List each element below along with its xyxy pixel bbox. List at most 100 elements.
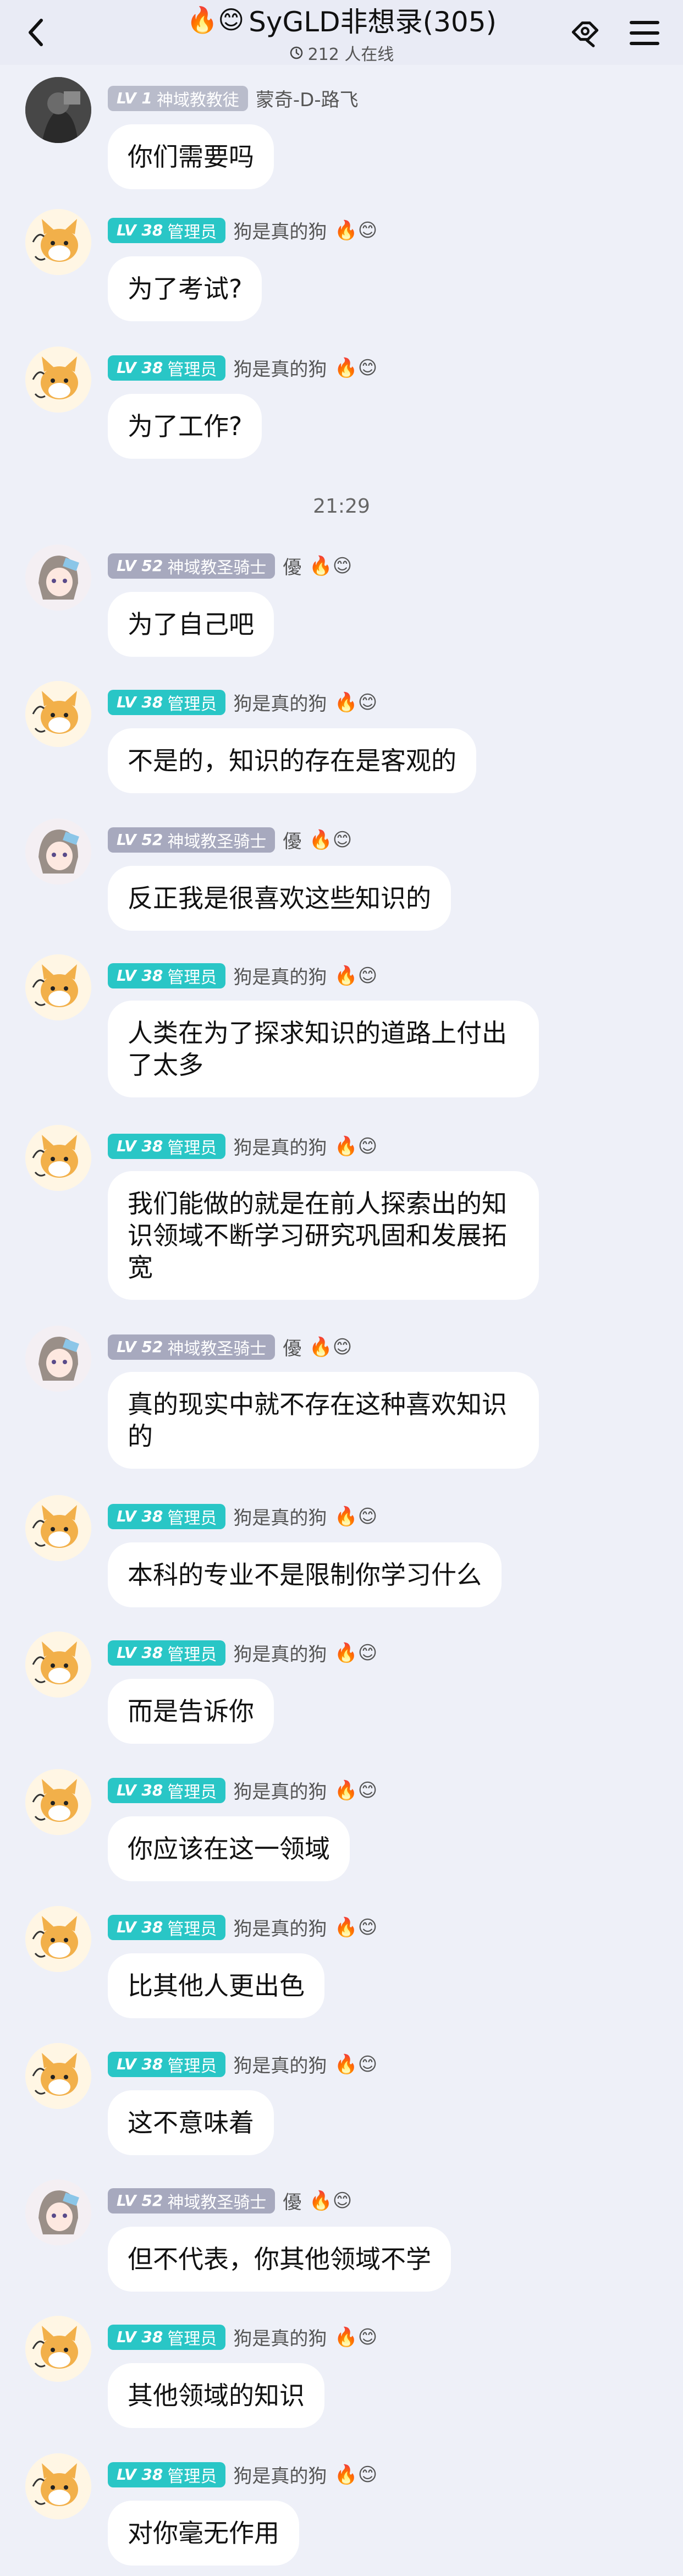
flair-icons: 🔥😊 (334, 356, 378, 379)
avatar[interactable] (25, 2316, 91, 2382)
sender-meta: LV 38 管理员 狗是真的狗 🔥😊 (108, 689, 377, 716)
sender-name[interactable]: 優 (283, 1333, 301, 1360)
sender-name[interactable]: 狗是真的狗 (233, 2051, 327, 2078)
message-bubble[interactable]: 这不意味着 (108, 2090, 274, 2155)
back-button[interactable] (22, 19, 49, 46)
badge-title: 神域教圣骑士 (167, 832, 267, 852)
message-bubble[interactable]: 真的现实中就不存在这种喜欢知识的 (108, 1372, 539, 1469)
online-status: 212 人在线 (289, 41, 394, 65)
sender-name[interactable]: 優 (283, 826, 301, 853)
badge-title: 管理员 (167, 968, 217, 987)
sender-name[interactable]: 優 (283, 2187, 301, 2214)
message-bubble[interactable]: 比其他人更出色 (108, 1953, 324, 2018)
message-bubble[interactable]: 本科的专业不是限制你学习什么 (108, 1542, 502, 1607)
avatar[interactable] (25, 1125, 91, 1191)
level-label: LV 52 (117, 831, 163, 849)
level-badge: LV 38 管理员 (108, 1133, 226, 1159)
avatar[interactable] (25, 954, 91, 1020)
sender-name[interactable]: 蒙奇-D-路飞 (256, 85, 359, 112)
flair-icons: 🔥😊 (334, 2326, 378, 2348)
message-row: LV 38 管理员 狗是真的狗 🔥😊 不是的，知识的存在是客观的 (0, 681, 683, 794)
chat-title-area[interactable]: 🔥😊 SyGLD非想录(305) 212 人在线 (186, 0, 497, 65)
avatar[interactable] (25, 681, 91, 747)
badge-title: 管理员 (167, 2329, 217, 2349)
flair-icons: 🔥😊 (334, 1779, 378, 1801)
sender-name[interactable]: 狗是真的狗 (233, 217, 327, 244)
avatar[interactable] (25, 545, 91, 611)
timestamp: 21:29 (313, 495, 370, 518)
sender-name[interactable]: 狗是真的狗 (233, 689, 327, 716)
badge-title: 神域教教徒 (156, 90, 239, 110)
flair-icons: 🔥😊 (334, 1505, 378, 1528)
sender-meta: LV 52 神域教圣骑士優 🔥😊 (108, 1333, 352, 1360)
avatar[interactable] (25, 1906, 91, 1972)
menu-button[interactable] (628, 17, 661, 50)
badge-title: 管理员 (167, 2467, 217, 2486)
badge-title: 管理员 (167, 2056, 217, 2076)
avatar[interactable] (25, 347, 91, 413)
avatar[interactable] (25, 1632, 91, 1698)
message-row: LV 38 管理员 狗是真的狗 🔥😊 我们能做的就是在前人探索出的知识领域不断学习研究巩… (0, 1125, 683, 1303)
sender-meta: LV 1 神域教教徒 蒙奇-D-路飞 (108, 85, 359, 112)
level-badge: LV 1 神域教教徒 (108, 85, 248, 111)
menu-icon (630, 21, 659, 45)
avatar[interactable] (25, 1495, 91, 1561)
message-bubble[interactable]: 为了工作? (108, 394, 262, 459)
avatar[interactable] (25, 1769, 91, 1835)
message-bubble[interactable]: 我们能做的就是在前人探索出的知识领域不断学习研究巩固和发展拓宽 (108, 1171, 539, 1300)
sender-name[interactable]: 優 (283, 552, 301, 579)
message-bubble[interactable]: 但不代表，你其他领域不学 (108, 2227, 451, 2292)
message-bubble[interactable]: 而是告诉你 (108, 1679, 274, 1744)
level-label: LV 38 (117, 1644, 163, 1662)
sender-name[interactable]: 狗是真的狗 (233, 2324, 327, 2350)
level-label: LV 38 (117, 2465, 163, 2484)
message-row: LV 38 管理员 狗是真的狗 🔥😊 对你毫无作用 (0, 2453, 683, 2567)
avatar[interactable] (25, 819, 91, 885)
message-bubble[interactable]: 人类在为了探求知识的道路上付出了太多 (108, 1001, 539, 1097)
sender-name[interactable]: 狗是真的狗 (233, 354, 327, 381)
sender-meta: LV 52 神域教圣骑士優 🔥😊 (108, 2187, 352, 2214)
message-row: LV 38 管理员 狗是真的狗 🔥😊 而是告诉你 (0, 1632, 683, 1745)
chevron-left-icon (29, 19, 43, 46)
avatar[interactable] (25, 77, 91, 143)
sender-name[interactable]: 狗是真的狗 (233, 1133, 327, 1160)
avatar[interactable] (25, 209, 91, 275)
badge-title: 神域教圣骑士 (167, 558, 267, 578)
sender-name[interactable]: 狗是真的狗 (233, 1639, 327, 1666)
badge-title: 神域教圣骑士 (167, 2193, 267, 2212)
message-bubble[interactable]: 为了考试? (108, 256, 262, 321)
message-bubble[interactable]: 不是的，知识的存在是客观的 (108, 728, 476, 793)
level-badge: LV 38 管理员 (108, 217, 226, 243)
avatar[interactable] (25, 2453, 91, 2519)
share-button[interactable] (569, 17, 602, 50)
sender-name[interactable]: 狗是真的狗 (233, 2461, 327, 2488)
message-bubble[interactable]: 你应该在这一领域 (108, 1816, 350, 1881)
sender-meta: LV 38 管理员 狗是真的狗 🔥😊 (108, 217, 377, 244)
flair-icons: 🔥😊 (334, 1916, 378, 1938)
sender-name[interactable]: 狗是真的狗 (233, 962, 327, 989)
clock-icon (290, 46, 302, 59)
share-icon (571, 21, 599, 47)
badge-title: 管理员 (167, 1782, 217, 1802)
level-badge: LV 38 管理员 (108, 963, 226, 988)
avatar[interactable] (25, 2179, 91, 2245)
message-bubble[interactable]: 反正我是很喜欢这些知识的 (108, 866, 451, 931)
sender-name[interactable]: 狗是真的狗 (233, 1777, 327, 1804)
avatar[interactable] (25, 1326, 91, 1392)
badge-title: 管理员 (167, 1645, 217, 1665)
badge-title: 管理员 (167, 1508, 217, 1528)
message-bubble[interactable]: 你们需要吗 (108, 124, 274, 189)
sender-name[interactable]: 狗是真的狗 (233, 1914, 327, 1941)
level-badge: LV 38 管理员 (108, 2051, 226, 2077)
message-bubble[interactable]: 其他领域的知识 (108, 2363, 324, 2428)
level-badge: LV 38 管理员 (108, 2324, 226, 2350)
level-badge: LV 38 管理员 (108, 1640, 226, 1666)
sender-name[interactable]: 狗是真的狗 (233, 1503, 327, 1530)
message-bubble[interactable]: 对你毫无作用 (108, 2501, 299, 2566)
sender-meta: LV 38 管理员 狗是真的狗 🔥😊 (108, 1503, 377, 1530)
message-bubble[interactable]: 为了自己吧 (108, 592, 274, 657)
level-badge: LV 38 管理员 (108, 1503, 226, 1529)
header-bar: 🔥😊 SyGLD非想录(305) 212 人在线 (0, 0, 683, 65)
badge-title: 管理员 (167, 1919, 217, 1939)
avatar[interactable] (25, 2043, 91, 2109)
